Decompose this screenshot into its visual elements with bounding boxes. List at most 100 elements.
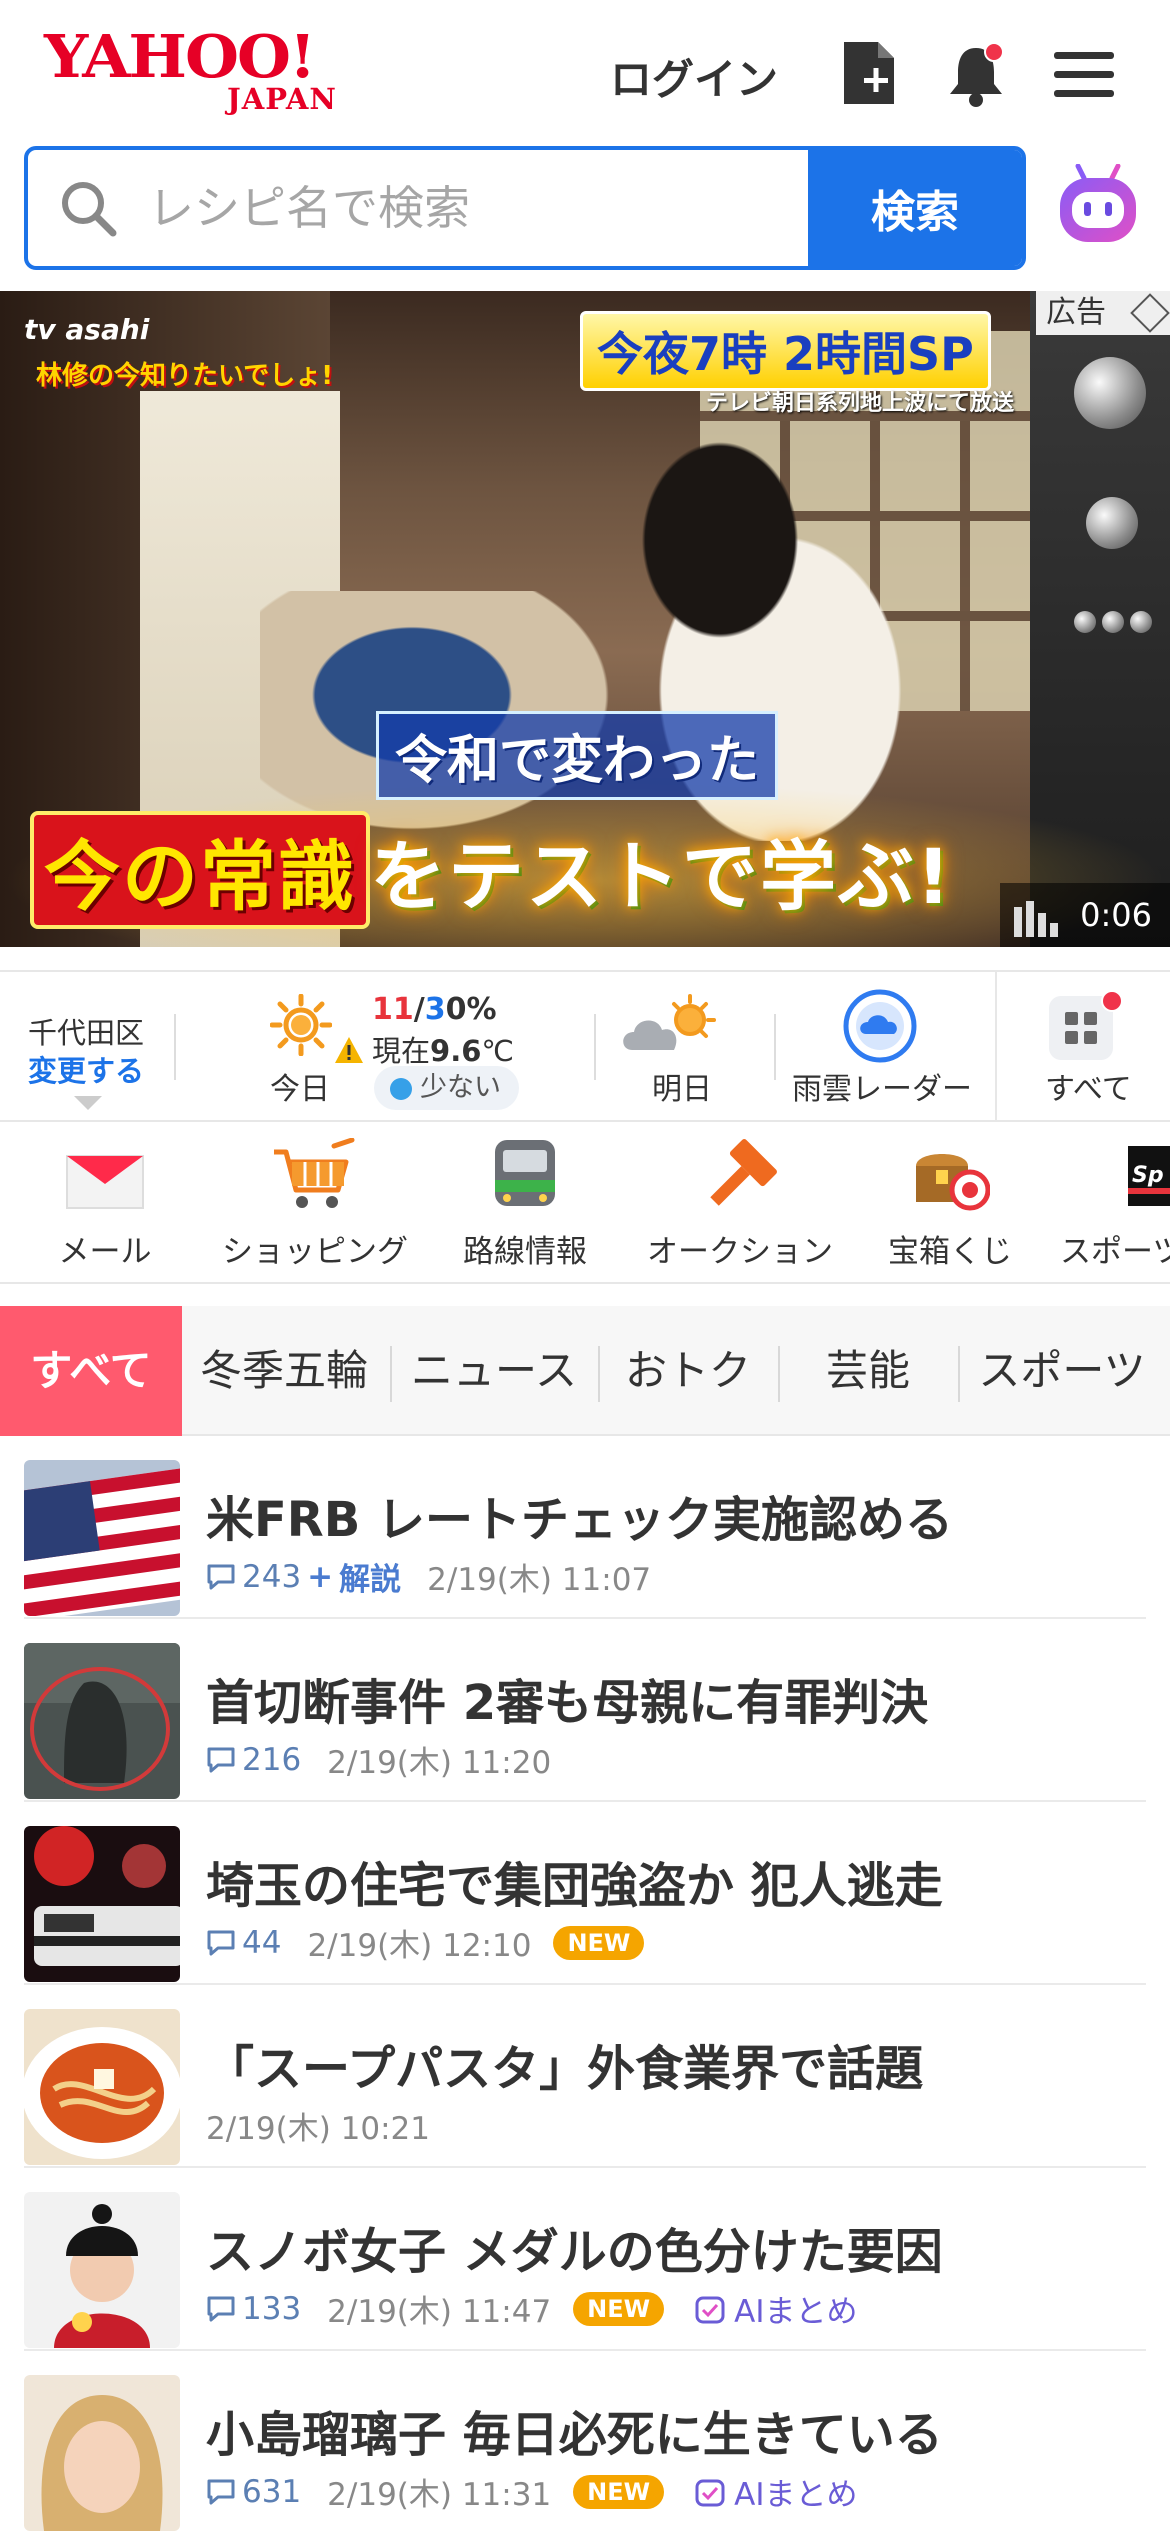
temp-low: 3 — [424, 992, 446, 1027]
volume-bars-icon[interactable] — [1014, 899, 1058, 937]
ad-label-badge[interactable]: 広告 — [1036, 291, 1170, 335]
cart-icon — [272, 1137, 355, 1214]
service-shopping[interactable]: ショッピング — [210, 1124, 420, 1282]
news-title: 埼玉の住宅で集団強盗か 犯人逃走 — [206, 1858, 943, 1914]
precip: 0% — [445, 992, 497, 1027]
rain-radar-icon[interactable] — [842, 988, 918, 1064]
news-title: 「スープパスタ」外食業界で話題 — [206, 2041, 924, 2097]
all-services-label: すべて — [1045, 1072, 1132, 1107]
comment-icon — [207, 1747, 235, 1772]
tv-asahi-logo: tv asahi — [24, 313, 150, 346]
comment-count-value: 243 — [242, 1558, 302, 1595]
auction-hammer-icon — [700, 1138, 780, 1214]
comment-icon — [207, 1564, 235, 1589]
current-temp: 現在9.6℃ — [372, 1028, 514, 1070]
news-item[interactable]: 米FRB レートチェック実施認める 243 + 解説 2/19(木) 11:07 — [0, 1436, 1170, 1619]
news-time: 2/19(木) 11:20 — [327, 1745, 552, 1781]
news-meta: 133 2/19(木) 11:47 NEW AIまとめ — [206, 2286, 857, 2331]
news-item[interactable]: 埼玉の住宅で集団強盗か 犯人逃走 44 2/19(木) 12:10 NEW — [0, 1802, 1170, 1985]
service-label: 宝箱くじ — [888, 1234, 1012, 1270]
news-meta: 44 2/19(木) 12:10 NEW — [206, 1920, 645, 1965]
comment-count[interactable]: 133 — [206, 2291, 301, 2327]
news-item[interactable]: 「スープパスタ」外食業界で話題 2/19(木) 10:21 — [0, 1985, 1170, 2168]
ad-caption-main: 今の常識 をテストで学ぶ! — [30, 811, 953, 929]
temp-slash: / — [413, 992, 425, 1027]
tab-deals[interactable]: おトク — [604, 1306, 772, 1436]
weather-today-label: 今日 — [270, 1072, 330, 1107]
service-mail[interactable]: メール — [40, 1124, 170, 1282]
service-treasure-lottery[interactable]: 宝箱くじ — [880, 1124, 1020, 1282]
ad-image-knob — [1074, 611, 1096, 633]
divider — [174, 1014, 176, 1080]
comment-count-value: 133 — [242, 2290, 302, 2327]
news-thumbnail-soup-pasta — [24, 2009, 180, 2165]
search-button[interactable]: 検索 — [808, 150, 1022, 266]
new-document-icon[interactable] — [838, 38, 902, 108]
news-title: 小島瑠璃子 毎日必死に生きている — [206, 2407, 943, 2463]
weather-bar: 千代田区 変更する 今日 11/30% 現在9.6℃ 少ない 明日 雨雲レーダー… — [0, 970, 1170, 1122]
weather-location: 千代田区 — [28, 1016, 145, 1050]
ai-summary-icon — [695, 2479, 725, 2506]
sun-icon[interactable] — [269, 993, 333, 1057]
news-item[interactable]: 小島瑠璃子 毎日必死に生きている 631 2/19(木) 11:31 NEW A… — [0, 2351, 1170, 2532]
yahoo-japan-logo[interactable]: YAHOO! JAPAN — [44, 26, 364, 116]
ad-caption-highlight: 今の常識 — [30, 811, 370, 929]
service-transit[interactable]: 路線情報 — [455, 1124, 595, 1282]
tab-all[interactable]: すべて — [0, 1306, 182, 1436]
video-time: 0:06 — [1080, 896, 1152, 934]
service-auction[interactable]: オークション — [640, 1124, 840, 1282]
news-time: 2/19(木) 11:07 — [427, 1562, 652, 1598]
comment-count[interactable]: 243 + 解説 — [206, 1554, 401, 1599]
cloudy-sunny-icon[interactable] — [618, 992, 718, 1058]
weather-tomorrow-label: 明日 — [652, 1072, 712, 1107]
ai-summary-label: AIまとめ — [734, 2477, 858, 2513]
tab-winter-olympics[interactable]: 冬季五輪 — [188, 1306, 380, 1436]
news-title: スノボ女子 メダルの色分けた要因 — [206, 2224, 943, 2280]
ad-image-knob — [1086, 497, 1138, 549]
mail-icon — [65, 1138, 145, 1214]
rain-radar-label[interactable]: 雨雲レーダー — [792, 1064, 972, 1108]
tab-entertainment[interactable]: 芸能 — [784, 1306, 952, 1436]
news-thumbnail-flag — [24, 1460, 180, 1616]
news-item[interactable]: 首切断事件 2審も母親に有罪判決 216 2/19(木) 11:20 — [0, 1619, 1170, 1802]
news-time: 2/19(木) 11:31 — [327, 2477, 552, 2513]
news-meta: 631 2/19(木) 11:31 NEW AIまとめ — [206, 2469, 857, 2514]
news-item[interactable]: スノボ女子 メダルの色分けた要因 133 2/19(木) 11:47 NEW A… — [0, 2168, 1170, 2351]
pollen-badge: 少ない — [374, 1066, 519, 1110]
search-bar: 検索 — [24, 146, 1026, 270]
hamburger-menu-icon[interactable] — [1052, 38, 1116, 108]
ad-info-icon[interactable] — [1130, 293, 1170, 333]
change-location-link[interactable]: 変更する — [28, 1048, 144, 1090]
service-sports[interactable]: Sp スポーツ — [1060, 1124, 1170, 1282]
service-label: ショッピング — [222, 1234, 408, 1270]
ai-summary-link[interactable]: AIまとめ — [694, 2286, 857, 2331]
header: YAHOO! JAPAN ログイン — [0, 0, 1170, 145]
comment-count[interactable]: 44 — [206, 1925, 281, 1961]
divider — [390, 1346, 392, 1402]
notification-dot — [984, 42, 1004, 62]
explanation-link[interactable]: 解説 — [339, 1554, 401, 1599]
current-temp-unit: ℃ — [481, 1034, 514, 1068]
news-thumbnail — [24, 1643, 180, 1799]
logo-main: YAHOO! — [44, 21, 316, 92]
news-meta: 243 + 解説 2/19(木) 11:07 — [206, 1554, 651, 1599]
comment-count[interactable]: 216 — [206, 1742, 301, 1778]
news-thumbnail-celebrity — [24, 2375, 180, 2531]
tab-sports[interactable]: スポーツ — [960, 1306, 1164, 1436]
news-thumbnail-police-car — [24, 1826, 180, 1982]
ad-caption-top: 令和で変わった — [376, 711, 779, 800]
ad-label: 広告 — [1046, 295, 1106, 330]
login-link[interactable]: ログイン — [610, 46, 778, 107]
ai-summary-link[interactable]: AIまとめ — [694, 2469, 857, 2514]
bell-icon[interactable] — [944, 38, 1008, 108]
video-ad[interactable]: tv asahi 林修の今知りたいでしょ! 今夜7時 2時間SP テレビ朝日系列… — [0, 291, 1170, 947]
temp-high: 11 — [372, 992, 414, 1027]
search-input[interactable] — [28, 150, 812, 266]
all-services-button[interactable]: すべて — [995, 972, 1170, 1120]
ai-assistant-icon[interactable] — [1056, 163, 1140, 248]
ad-image-knob — [1130, 611, 1152, 633]
comment-count[interactable]: 631 — [206, 2474, 301, 2510]
treasure-box-icon — [910, 1138, 991, 1214]
tab-news[interactable]: ニュース — [396, 1306, 592, 1436]
weather-temps: 11/30% — [372, 992, 497, 1027]
